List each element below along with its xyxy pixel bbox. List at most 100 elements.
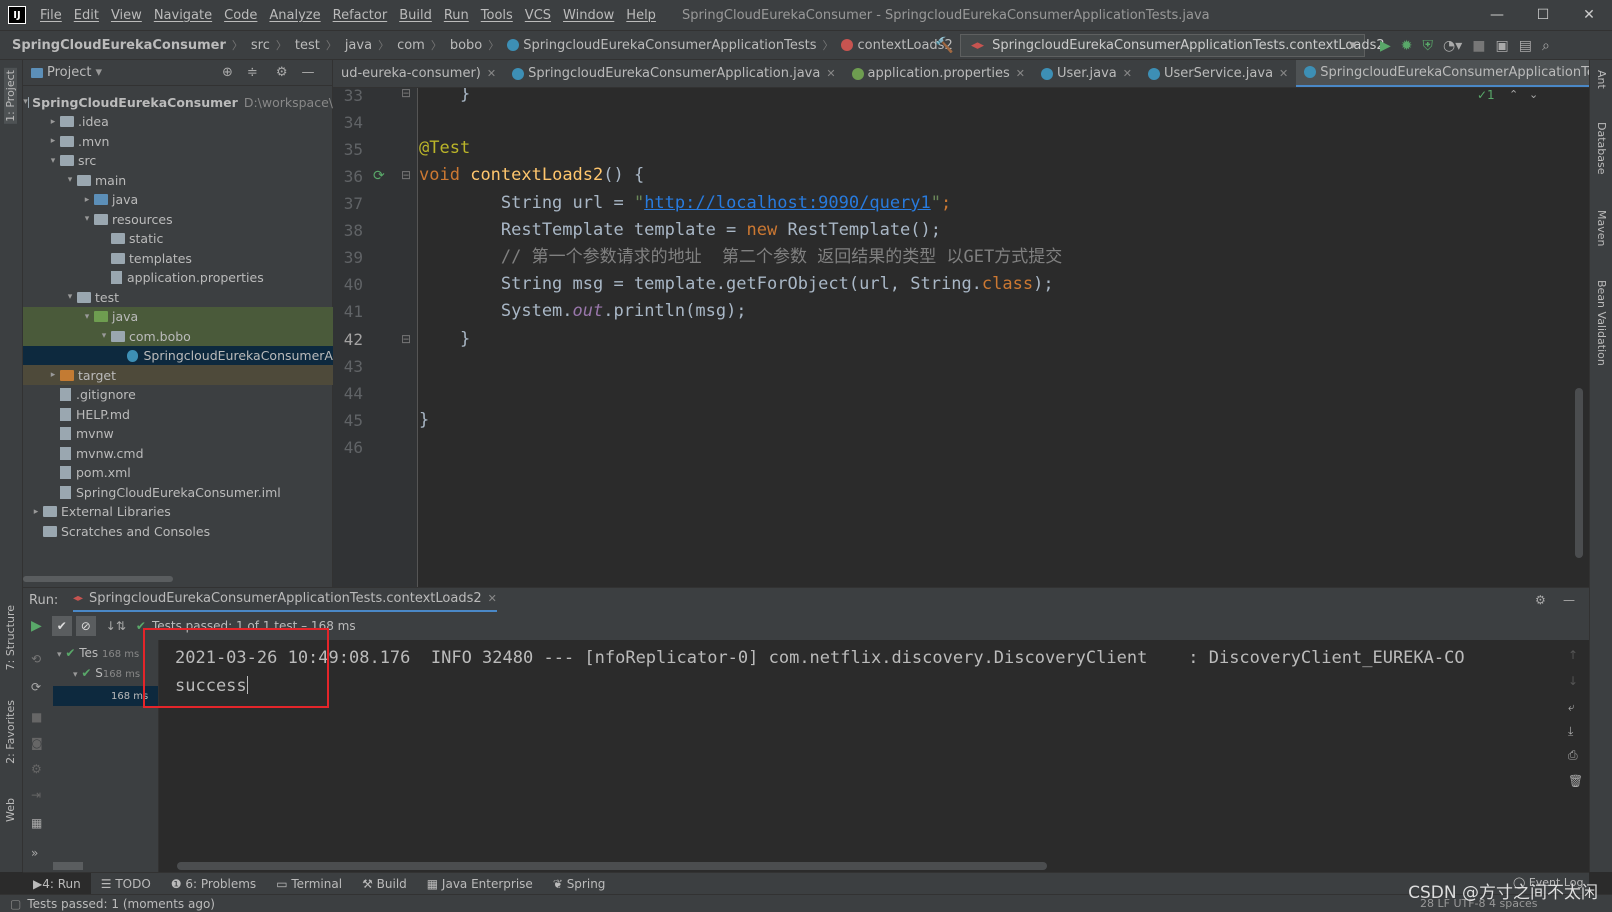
trash-icon[interactable]: 🗑 bbox=[1568, 774, 1583, 788]
camera-icon[interactable]: ◙ bbox=[31, 736, 43, 750]
bottom-tab-build[interactable]: ⚒ Build bbox=[352, 877, 417, 891]
menu-build[interactable]: Build bbox=[393, 8, 438, 23]
menu-window[interactable]: Window bbox=[557, 8, 620, 23]
status-square-icon[interactable]: ▢ bbox=[10, 897, 21, 911]
profile-icon[interactable]: ◔▾ bbox=[1443, 38, 1462, 54]
tree-item[interactable]: ▸ .idea bbox=[23, 112, 333, 132]
tree-item[interactable]: ▾ main bbox=[23, 170, 333, 190]
close-icon[interactable]: ✕ bbox=[1566, 0, 1612, 30]
menu-vcs[interactable]: VCS bbox=[519, 8, 557, 23]
chevron-icon[interactable]: ▾ bbox=[63, 175, 77, 185]
menu-analyze[interactable]: Analyze bbox=[263, 8, 326, 23]
side-tab-favorites[interactable]: 2: Favorites bbox=[4, 700, 17, 764]
tree-item[interactable]: .gitignore bbox=[23, 385, 333, 405]
close-icon[interactable]: ✕ bbox=[488, 592, 497, 605]
bottom-tab-spring[interactable]: ❦ Spring bbox=[543, 877, 616, 891]
tab-eureka-consumer[interactable]: ud-eureka-consumer) ✕ bbox=[333, 60, 504, 87]
tree-item[interactable]: ▸ java bbox=[23, 190, 333, 210]
tree-item[interactable]: ▸ target bbox=[23, 365, 333, 385]
arrow-down-icon[interactable]: ↓ bbox=[1568, 674, 1578, 688]
chevron-icon[interactable]: ▸ bbox=[46, 370, 60, 380]
console-scrollbar[interactable] bbox=[177, 862, 1047, 870]
menu-view[interactable]: View bbox=[105, 8, 148, 23]
menu-file[interactable]: File bbox=[34, 8, 68, 23]
more-icon[interactable]: » bbox=[31, 846, 38, 860]
stop-icon[interactable]: ■ bbox=[31, 710, 42, 724]
rerun-icon[interactable]: ▶ bbox=[31, 618, 42, 634]
side-tab-bean-validation[interactable]: Bean Validation bbox=[1595, 280, 1608, 366]
fold-icon[interactable]: ⊟ bbox=[401, 332, 411, 346]
project-panel-title[interactable]: Project bbox=[47, 65, 91, 80]
breadcrumb-com[interactable]: com bbox=[389, 38, 425, 53]
chevron-icon[interactable]: ▾ bbox=[97, 331, 111, 341]
tree-scrollbar[interactable] bbox=[53, 862, 83, 870]
exit-icon[interactable]: ⇥ bbox=[31, 788, 41, 802]
tree-item[interactable]: templates bbox=[23, 248, 333, 268]
chevron-icon[interactable]: ▸ bbox=[46, 117, 60, 127]
tree-item[interactable]: ▾ resources bbox=[23, 209, 333, 229]
breadcrumb-class[interactable]: SpringcloudEurekaConsumerApplicationTest… bbox=[499, 38, 816, 53]
fold-icon[interactable]: ⊟ bbox=[401, 168, 411, 182]
chevron-down-icon[interactable]: ⌄ bbox=[1529, 88, 1538, 101]
close-icon[interactable]: ✕ bbox=[826, 67, 835, 80]
tree-item[interactable]: ▾ test bbox=[23, 287, 333, 307]
menu-code[interactable]: Code bbox=[218, 8, 263, 23]
close-icon[interactable]: ✕ bbox=[1279, 67, 1288, 80]
bottom-tab-problems[interactable]: ❶ 6: Problems bbox=[161, 877, 266, 891]
settings-icon[interactable]: ⚙ bbox=[31, 762, 42, 776]
tree-item[interactable]: ▾ com.bobo bbox=[23, 326, 333, 346]
test-node[interactable]: ▾ ✔ Tes 168 ms bbox=[57, 646, 139, 660]
minimize-icon[interactable]: — bbox=[1474, 0, 1520, 30]
inspection-status[interactable]: ✓1 bbox=[1477, 88, 1495, 102]
chevron-down-icon[interactable]: ▾ bbox=[95, 65, 102, 80]
bottom-tab-terminal[interactable]: ▭ Terminal bbox=[266, 877, 352, 891]
toggle-auto-test-icon[interactable]: ⟳ bbox=[31, 680, 41, 694]
layout-icon[interactable]: ▦ bbox=[31, 816, 42, 830]
breadcrumb-src[interactable]: src bbox=[243, 38, 270, 53]
tree-item[interactable]: static bbox=[23, 229, 333, 249]
layout-icon[interactable]: ▤ bbox=[1519, 38, 1532, 54]
tree-item[interactable]: SpringCloudEurekaConsumer.iml bbox=[23, 482, 333, 502]
scroll-end-icon[interactable]: ⤓ bbox=[1568, 724, 1573, 739]
build-hammer-icon[interactable]: 🔨 bbox=[935, 36, 954, 54]
tree-item[interactable]: SpringcloudEurekaConsumerA bbox=[23, 345, 333, 366]
arrow-up-icon[interactable]: ↑ bbox=[1568, 648, 1578, 662]
menu-tools[interactable]: Tools bbox=[475, 8, 519, 23]
console-output[interactable]: 2021-03-26 10:49:08.176 INFO 32480 --- [… bbox=[159, 640, 1559, 872]
code-editor[interactable]: } @Test void contextLoads2() { String ur… bbox=[419, 88, 1589, 587]
tree-item[interactable]: mvnw bbox=[23, 424, 333, 444]
chevron-icon[interactable]: ▸ bbox=[46, 136, 60, 146]
test-node[interactable]: ▾ ✔ S168 ms bbox=[73, 666, 140, 680]
tree-item[interactable]: ▸ .mvn bbox=[23, 131, 333, 151]
chevron-icon[interactable]: ▸ bbox=[29, 507, 43, 517]
tab-consumer-application-tests[interactable]: SpringcloudEurekaConsumerApplicationTest… bbox=[1296, 60, 1589, 87]
collapse-icon[interactable]: ≑ bbox=[247, 65, 258, 80]
tab-consumer-application[interactable]: SpringcloudEurekaConsumerApplication.jav… bbox=[504, 60, 843, 87]
locate-icon[interactable]: ⊕ bbox=[222, 65, 233, 80]
show-passed-icon[interactable]: ✔ bbox=[51, 616, 72, 636]
close-icon[interactable]: ✕ bbox=[1016, 67, 1025, 80]
run-config-select[interactable]: ◂▸ SpringcloudEurekaConsumerApplicationT… bbox=[960, 34, 1385, 57]
side-tab-structure[interactable]: 7: Structure bbox=[4, 605, 17, 670]
gear-icon[interactable]: ⚙ bbox=[276, 65, 288, 80]
side-tab-project[interactable]: 1: Project bbox=[4, 68, 17, 124]
coverage-icon[interactable]: ⛨ bbox=[1423, 38, 1434, 54]
gear-icon[interactable]: ⚙ bbox=[1535, 593, 1546, 607]
close-icon[interactable]: ✕ bbox=[487, 67, 496, 80]
soft-wrap-icon[interactable]: ⤶ bbox=[1568, 700, 1575, 715]
url-link[interactable]: http://localhost:9090/query1 bbox=[644, 193, 931, 213]
editor-scrollbar[interactable] bbox=[1575, 388, 1583, 558]
tree-item[interactable]: application.properties bbox=[23, 268, 333, 288]
sort-icon[interactable]: ↓⇅ bbox=[106, 619, 126, 633]
show-ignored-icon[interactable]: ⊘ bbox=[75, 616, 96, 636]
chevron-icon[interactable]: ▾ bbox=[46, 156, 60, 166]
side-tab-database[interactable]: Database bbox=[1595, 122, 1608, 175]
chevron-icon[interactable]: ▾ bbox=[80, 214, 94, 224]
chevron-up-icon[interactable]: ⌃ bbox=[1509, 88, 1518, 101]
bottom-tab-todo[interactable]: ☰ TODO bbox=[91, 877, 161, 891]
tree-item[interactable]: HELP.md bbox=[23, 404, 333, 424]
menu-navigate[interactable]: Navigate bbox=[148, 8, 218, 23]
side-tab-maven[interactable]: Maven bbox=[1595, 210, 1608, 246]
tab-userservice-java[interactable]: UserService.java ✕ bbox=[1140, 60, 1296, 87]
menu-edit[interactable]: Edit bbox=[68, 8, 105, 23]
